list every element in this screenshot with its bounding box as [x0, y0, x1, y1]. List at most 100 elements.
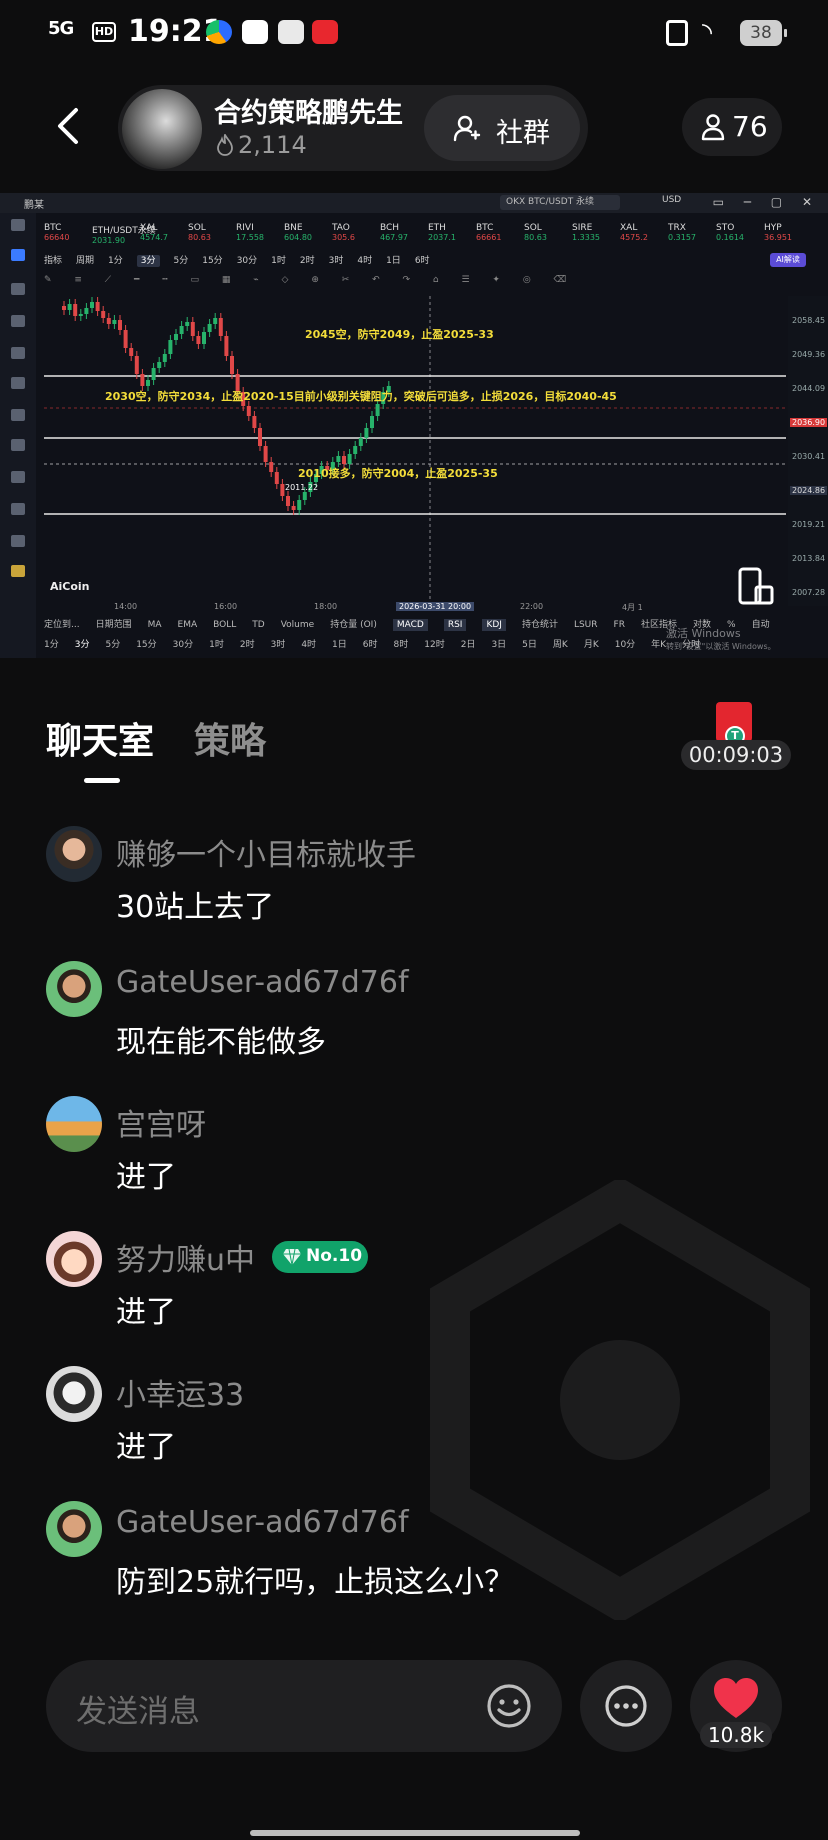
ticker-price: 0.1614: [716, 233, 744, 242]
candle-body: [162, 354, 167, 362]
avatar[interactable]: [46, 1366, 102, 1422]
tab-chat-room[interactable]: 聊天室: [46, 712, 154, 764]
chart-period-item: 1日: [332, 640, 347, 650]
candle-body: [106, 318, 111, 324]
emoji-icon[interactable]: [486, 1683, 532, 1729]
candle-body: [196, 336, 201, 344]
chart-indicator-item: RSI: [443, 619, 467, 631]
message-input-placeholder: 发送消息: [76, 1694, 200, 1730]
candle-body: [140, 374, 145, 386]
candle-body: [123, 330, 128, 348]
candle-body: [207, 324, 212, 332]
price-axis-label: 2024.86: [790, 486, 828, 495]
ticker-price: 467.97: [380, 233, 408, 242]
chart-period-item: 年K: [651, 640, 667, 650]
ticker-item: TAO 305.6: [332, 223, 355, 242]
message-username[interactable]: GateUser-ad67d76f: [116, 965, 409, 1000]
price-axis-label: 2058.45: [792, 316, 826, 325]
candle-body: [151, 368, 156, 380]
ticker-price: 4574.7: [140, 233, 168, 242]
message-username[interactable]: 小幸运33: [116, 1370, 244, 1414]
chart-side-market-icon: [0, 249, 36, 263]
ticker-symbol: XAL: [140, 223, 158, 233]
diamond-icon: [283, 1248, 301, 1266]
candle-body: [218, 318, 223, 336]
chart-side-group-icon: [0, 439, 36, 453]
candle-body: [190, 322, 195, 336]
message-username[interactable]: 努力赚u中: [116, 1235, 255, 1279]
tab-strategy[interactable]: 策略: [194, 712, 266, 764]
chart-side-rank-icon: [0, 471, 36, 485]
message-username[interactable]: 赚够一个小目标就收手: [116, 830, 416, 874]
more-button[interactable]: [580, 1660, 672, 1752]
chart-period-item: 30分: [172, 640, 194, 650]
candle-body: [185, 322, 190, 326]
viewer-count-button[interactable]: 76: [682, 98, 782, 156]
chat-message: 赚够一个小目标就收手 30站上去了: [46, 826, 786, 946]
rotate-screen-icon[interactable]: [738, 567, 774, 607]
candle-body: [213, 318, 218, 324]
chart-window-title: 鹏某: [24, 200, 44, 211]
active-tab-indicator: [84, 778, 120, 783]
message-username[interactable]: 宫宫呀: [116, 1100, 206, 1144]
chart-period-item: 2时: [299, 256, 315, 266]
chart-period-item: 周K: [552, 640, 568, 650]
candle-body: [291, 506, 296, 510]
chart-period-item: 30分: [236, 256, 258, 266]
candle-body: [146, 380, 150, 386]
person-icon: [701, 114, 725, 141]
chat-message: GateUser-ad67d76f 现在能不能做多: [46, 961, 786, 1081]
chart-period-item: 5日: [522, 640, 537, 650]
candle-body: [230, 356, 234, 374]
community-button[interactable]: 社群: [424, 95, 580, 161]
book-notification-icon: [278, 20, 304, 44]
screen-share-video[interactable]: 鹏某 OKX BTC/USDT 永续 USD ▭ ─ ▢ ✕ BTC 66640 E…: [0, 193, 828, 658]
annotation-line-3: 2010接多，防守2004，止盈2025-35: [298, 467, 498, 480]
ticker-price: 2037.1: [428, 233, 456, 242]
chart-indicator-item: LSUR: [573, 620, 598, 630]
heat-count: 2,114: [238, 131, 307, 159]
red-packet-timer[interactable]: T 00:09:03: [680, 690, 792, 780]
price-axis-label: 2044.09: [792, 384, 826, 393]
wifi-icon: ◝: [702, 18, 713, 48]
candle-body: [134, 356, 139, 374]
ticker-item: BNE 604.80: [284, 223, 312, 242]
avatar[interactable]: [46, 1096, 102, 1152]
battery-icon: 38: [740, 20, 787, 46]
ticker-item: BTC 66640: [44, 223, 69, 242]
avatar[interactable]: [46, 826, 102, 882]
message-text: 现在能不能做多: [116, 1025, 326, 1060]
window-controls: ▭ ─ ▢ ✕: [712, 195, 820, 209]
ticker-item: TRX 0.3157: [668, 223, 696, 242]
time-axis-label: 22:00: [520, 602, 544, 611]
chart-period-item: 4时: [357, 256, 373, 266]
candle-body: [375, 404, 380, 416]
chart-period-item: 月K: [583, 640, 599, 650]
chart-period-item: 周期: [76, 256, 95, 266]
ticker-price: 80.63: [524, 233, 547, 242]
chart-period-item: 6时: [414, 256, 430, 266]
ticker-price: 17.558: [236, 233, 264, 242]
avatar[interactable]: [46, 961, 102, 1017]
ticker-price: 4575.2: [620, 233, 648, 242]
chart-period-toolbar: 指标 周期 1分 3分 5分 15分 30分 1时 2时 3时 4时 1日 6时: [44, 253, 828, 269]
avatar[interactable]: [46, 1501, 102, 1557]
candle-body: [274, 472, 279, 484]
chart-period-item: 1分: [108, 256, 123, 266]
chart-period-item: 1分: [44, 640, 59, 650]
like-button[interactable]: 10.8k: [690, 1660, 782, 1752]
message-input[interactable]: 发送消息: [46, 1660, 562, 1752]
price-axis-label: 2030.41: [792, 452, 826, 461]
back-button[interactable]: [48, 104, 92, 148]
flame-icon: [217, 134, 233, 156]
host-avatar[interactable]: [122, 89, 202, 169]
ticker-item: HYP 36.951: [764, 223, 792, 242]
chart-period-item: 2时: [239, 640, 255, 650]
candle-body: [101, 311, 106, 318]
message-username[interactable]: GateUser-ad67d76f: [116, 1505, 409, 1540]
chart-period-item: 指标: [44, 256, 63, 266]
ticker-symbol: BTC: [44, 223, 62, 233]
candle-body: [353, 446, 358, 454]
avatar[interactable]: [46, 1231, 102, 1287]
community-label: 社群: [496, 118, 550, 149]
